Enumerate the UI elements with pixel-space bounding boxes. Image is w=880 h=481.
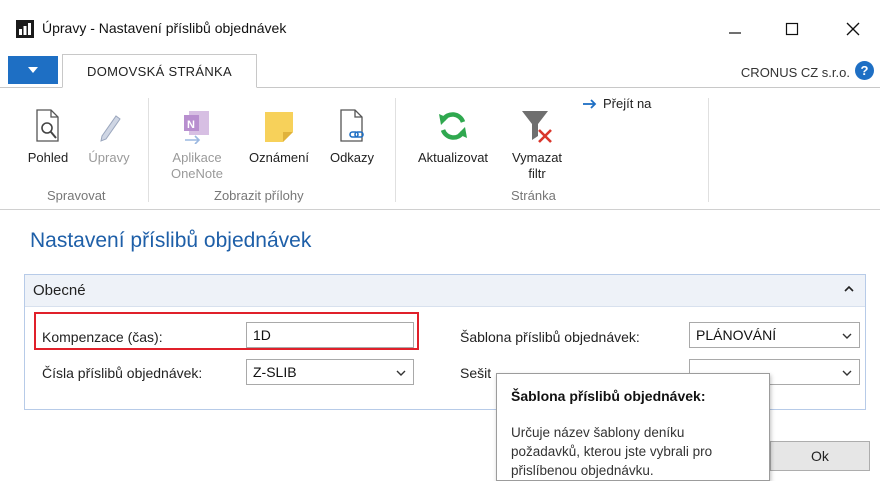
- goto-button[interactable]: Přejít na: [583, 96, 651, 111]
- batch-label: Sešit: [460, 365, 492, 381]
- onenote-button[interactable]: N Aplikace OneNote: [160, 98, 234, 182]
- maximize-button[interactable]: [777, 14, 807, 44]
- tooltip-title: Šablona příslibů objednávek:: [511, 388, 706, 404]
- page-title: Nastavení příslibů objednávek: [30, 229, 312, 252]
- ribbon-group-separator: [708, 98, 709, 202]
- ribbon-group-separator: [395, 98, 396, 202]
- edit-button[interactable]: Úpravy: [80, 98, 138, 166]
- notes-button-label: Oznámení: [249, 150, 309, 165]
- chevron-up-icon[interactable]: [843, 283, 855, 295]
- svg-text:N: N: [187, 119, 195, 131]
- title-bar: Úpravy - Nastavení příslibů objednávek: [0, 0, 880, 48]
- ok-button[interactable]: Ok: [770, 441, 870, 471]
- group-label-attachments: Zobrazit přílohy: [214, 188, 304, 203]
- app-menu-button[interactable]: [8, 56, 58, 84]
- edit-icon: [100, 115, 121, 142]
- close-button[interactable]: [838, 14, 868, 44]
- clear-filter-button-label: Vymazat filtr: [511, 150, 563, 181]
- tooltip: Šablona příslibů objednávek: Určuje náze…: [496, 373, 770, 481]
- template-select-value: PLÁNOVÁNÍ: [696, 327, 777, 343]
- chevron-down-icon: [842, 370, 852, 376]
- links-button[interactable]: Odkazy: [322, 98, 382, 166]
- minimize-icon: [729, 32, 741, 34]
- clear-filter-button[interactable]: Vymazat filtr: [502, 98, 572, 182]
- caret-down-icon: [28, 67, 38, 73]
- nos-label: Čísla příslibů objednávek:: [42, 365, 203, 381]
- links-icon: [340, 109, 364, 142]
- template-select[interactable]: PLÁNOVÁNÍ: [689, 322, 860, 348]
- help-icon[interactable]: ?: [855, 61, 874, 80]
- view-icon: [36, 109, 59, 142]
- panel-header[interactable]: Obecné: [25, 275, 865, 307]
- chevron-down-icon: [396, 370, 406, 376]
- group-label-manage: Spravovat: [47, 188, 106, 203]
- panel-title: Obecné: [33, 282, 86, 299]
- nos-select[interactable]: Z-SLIB: [246, 359, 414, 385]
- arrow-right-icon: [583, 98, 597, 109]
- tab-home[interactable]: DOMOVSKÁ STRÁNKA: [62, 54, 257, 88]
- window-title: Úpravy - Nastavení příslibů objednávek: [42, 20, 287, 36]
- refresh-icon: [439, 112, 467, 140]
- ribbon-group-separator: [148, 98, 149, 202]
- tooltip-body: Určuje název šablony deníku požadavků, k…: [511, 425, 713, 478]
- onenote-button-label: Aplikace OneNote: [170, 150, 224, 181]
- highlight-box: [34, 312, 419, 350]
- refresh-button[interactable]: Aktualizovat: [404, 98, 502, 166]
- nos-select-value: Z-SLIB: [253, 364, 297, 380]
- group-label-page: Stránka: [511, 188, 556, 203]
- view-button[interactable]: Pohled: [22, 98, 74, 166]
- refresh-button-label: Aktualizovat: [417, 150, 489, 165]
- clear-filter-icon: [522, 111, 552, 143]
- chevron-down-icon: [842, 333, 852, 339]
- company-name: CRONUS CZ s.r.o.: [740, 65, 850, 80]
- note-icon: [265, 112, 293, 142]
- maximize-icon: [785, 22, 799, 36]
- app-logo-icon: [16, 20, 34, 38]
- onenote-icon: N: [184, 111, 209, 144]
- minimize-button[interactable]: [720, 14, 750, 44]
- goto-label: Přejít na: [603, 96, 652, 111]
- notes-button[interactable]: Oznámení: [240, 98, 318, 166]
- view-button-label: Pohled: [27, 150, 69, 165]
- links-button-label: Odkazy: [329, 150, 375, 165]
- close-icon: [846, 22, 860, 36]
- template-label: Šablona příslibů objednávek:: [460, 329, 640, 345]
- edit-button-label: Úpravy: [88, 150, 130, 165]
